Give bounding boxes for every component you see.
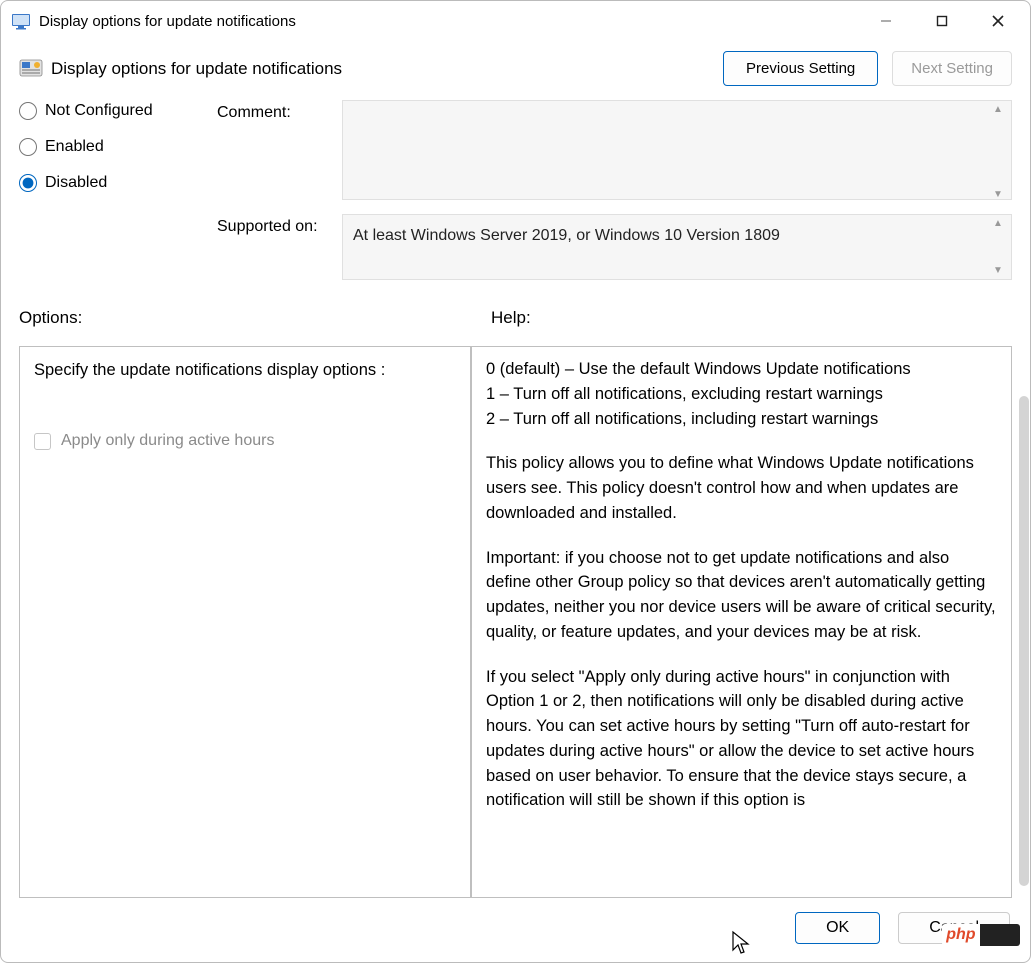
vertical-scrollbar[interactable]: [1019, 396, 1029, 886]
cursor-icon: [731, 930, 751, 956]
supported-row: Supported on: At least Windows Server 20…: [217, 214, 1012, 280]
section-labels: Options: Help:: [19, 308, 1012, 328]
options-panel: Specify the update notifications display…: [19, 346, 471, 898]
php-badge-block: [980, 924, 1020, 946]
help-line-2: 2 – Turn off all notifications, includin…: [486, 407, 997, 432]
window-maximize-button[interactable]: [914, 1, 970, 41]
window-minimize-button[interactable]: [858, 1, 914, 41]
radio-disabled-input[interactable]: [19, 174, 37, 192]
previous-setting-button[interactable]: Previous Setting: [723, 51, 878, 86]
chevron-up-icon[interactable]: ▲: [988, 104, 1008, 115]
meta-column: Comment: ▲▼ Supported on: At least Windo…: [217, 100, 1012, 290]
help-paragraph-2: Important: if you choose not to get upda…: [486, 546, 997, 645]
chevron-down-icon[interactable]: ▼: [988, 265, 1008, 276]
policy-title: Display options for update notifications: [43, 59, 342, 79]
comment-scroll-arrows[interactable]: ▲▼: [988, 104, 1008, 200]
radio-disabled-label: Disabled: [45, 174, 107, 192]
comment-label: Comment:: [217, 100, 342, 204]
supported-label: Supported on:: [217, 214, 342, 280]
radio-not-configured[interactable]: Not Configured: [19, 102, 189, 120]
radio-enabled[interactable]: Enabled: [19, 138, 189, 156]
nav-buttons: Previous Setting Next Setting: [723, 51, 1012, 86]
php-badge: php: [942, 924, 1020, 946]
help-panel[interactable]: 0 (default) – Use the default Windows Up…: [471, 346, 1012, 898]
next-setting-button: Next Setting: [892, 51, 1012, 86]
apply-active-hours-label: Apply only during active hours: [61, 432, 274, 450]
comment-row: Comment: ▲▼: [217, 100, 1012, 204]
ok-button[interactable]: OK: [795, 912, 880, 944]
apply-active-hours-checkbox: [34, 433, 51, 450]
state-column: Not Configured Enabled Disabled: [19, 100, 189, 290]
policy-icon: [19, 57, 43, 81]
apply-active-hours-row: Apply only during active hours: [34, 432, 456, 450]
panels: Specify the update notifications display…: [19, 346, 1012, 898]
chevron-up-icon[interactable]: ▲: [988, 218, 1008, 229]
help-line-1: 1 – Turn off all notifications, excludin…: [486, 382, 997, 407]
state-meta-grid: Not Configured Enabled Disabled Comment:…: [19, 100, 1012, 290]
options-section-label: Options:: [19, 308, 471, 328]
supported-on-text: At least Windows Server 2019, or Windows…: [342, 214, 1012, 280]
help-section-label: Help:: [491, 308, 1012, 328]
radio-not-configured-input[interactable]: [19, 102, 37, 120]
window-close-button[interactable]: [970, 1, 1026, 41]
specify-options-label: Specify the update notifications display…: [34, 361, 456, 380]
chevron-down-icon[interactable]: ▼: [988, 189, 1008, 200]
title-bar: Display options for update notifications: [1, 1, 1030, 41]
radio-enabled-input[interactable]: [19, 138, 37, 156]
content-area: Display options for update notifications…: [1, 41, 1030, 898]
radio-enabled-label: Enabled: [45, 138, 104, 156]
app-icon: [11, 11, 31, 31]
help-paragraph-1: This policy allows you to define what Wi…: [486, 451, 997, 525]
supported-scroll-arrows[interactable]: ▲▼: [988, 218, 1008, 276]
header-row: Display options for update notifications…: [19, 51, 1012, 86]
radio-not-configured-label: Not Configured: [45, 102, 153, 120]
window-title: Display options for update notifications: [31, 13, 858, 30]
radio-disabled[interactable]: Disabled: [19, 174, 189, 192]
footer: OK Cancel php: [1, 898, 1030, 962]
php-badge-text: php: [942, 924, 979, 946]
help-line-0: 0 (default) – Use the default Windows Up…: [486, 357, 997, 382]
comment-textarea[interactable]: [342, 100, 1012, 200]
help-paragraph-3: If you select "Apply only during active …: [486, 665, 997, 814]
